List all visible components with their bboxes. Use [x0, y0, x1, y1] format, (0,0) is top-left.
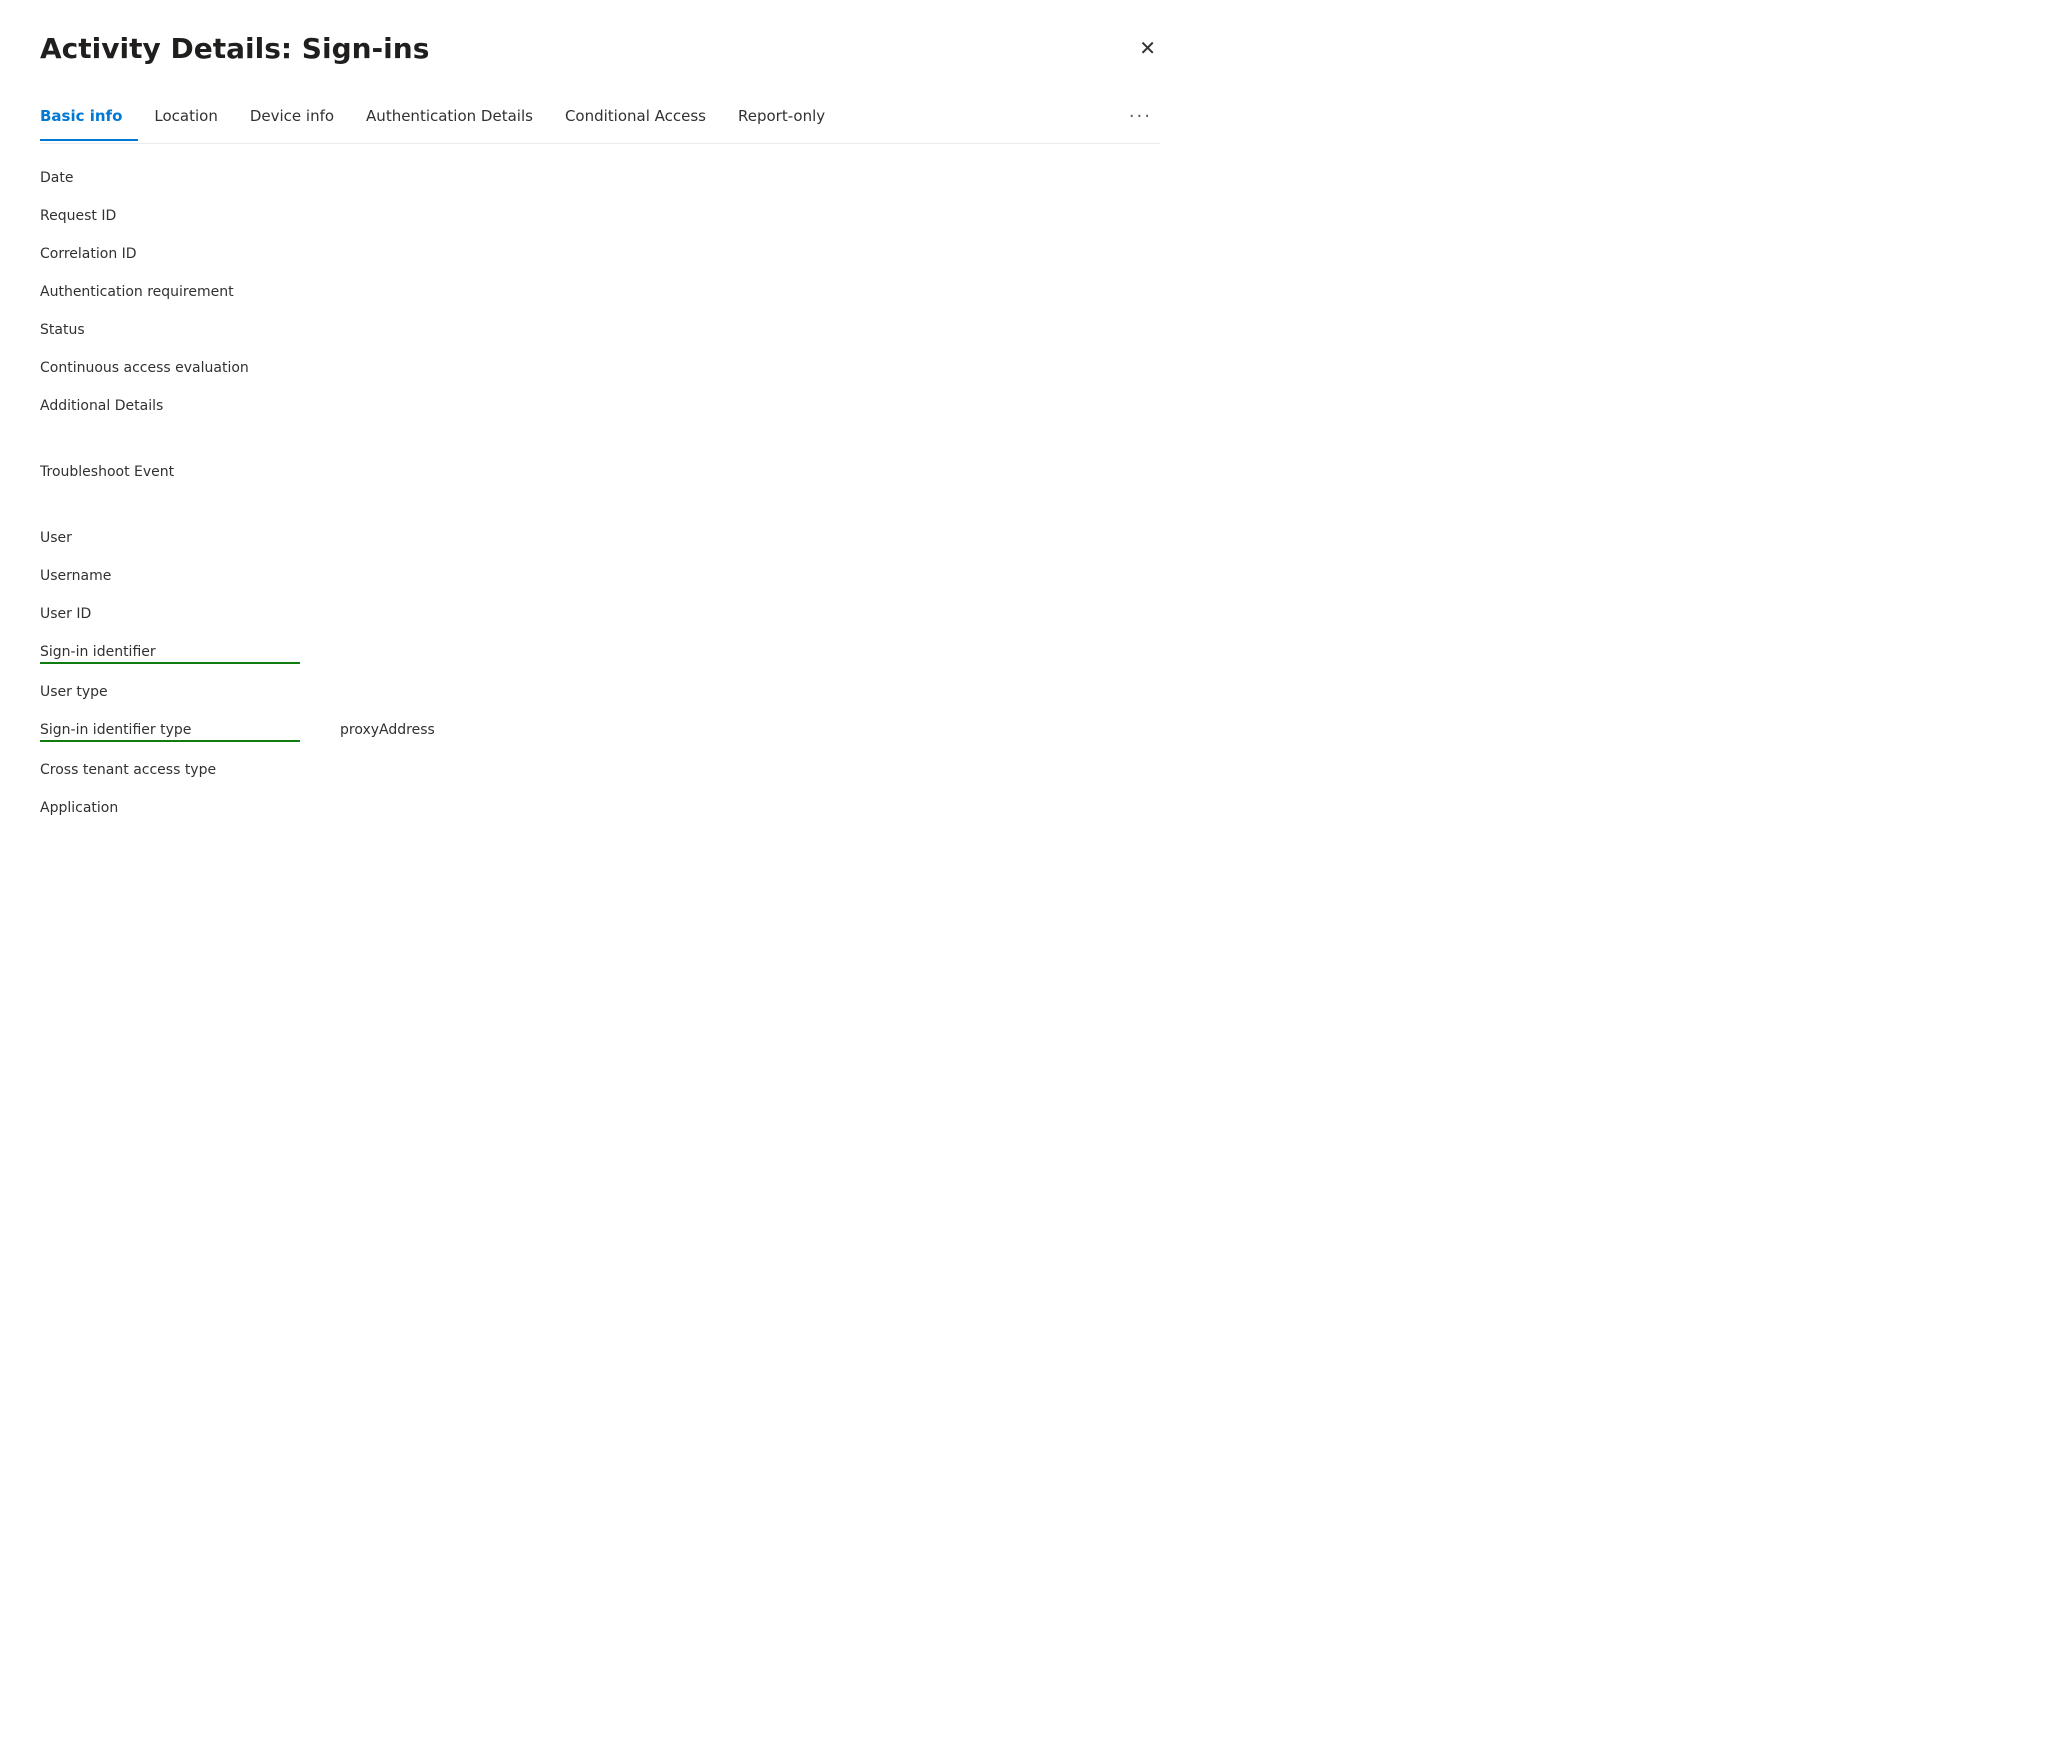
tab-location[interactable]: Location	[138, 95, 233, 141]
field-row-additional-details: Additional Details	[40, 388, 1160, 426]
tabs-more-button[interactable]: ···	[1121, 94, 1160, 143]
field-value-signin-identifier-type: proxyAddress	[340, 722, 435, 738]
field-row-troubleshoot: Troubleshoot Event	[40, 454, 1160, 492]
field-row-user-id: User ID	[40, 596, 1160, 634]
field-label-user-type: User type	[40, 684, 300, 700]
field-label-user-id: User ID	[40, 606, 300, 622]
close-button[interactable]: ✕	[1135, 32, 1160, 65]
field-row-continuous-access: Continuous access evaluation	[40, 350, 1160, 388]
field-label-cross-tenant: Cross tenant access type	[40, 762, 300, 778]
field-label-signin-identifier: Sign-in identifier	[40, 644, 300, 664]
tab-basic-info[interactable]: Basic info	[40, 95, 138, 141]
field-label-application: Application	[40, 800, 300, 816]
field-row-user: User	[40, 520, 1160, 558]
tab-content: Date Request ID Correlation ID Authentic…	[40, 144, 1160, 828]
field-row-request-id: Request ID	[40, 198, 1160, 236]
field-row-signin-identifier-type: Sign-in identifier type proxyAddress	[40, 712, 1160, 752]
tab-authentication-details[interactable]: Authentication Details	[350, 95, 549, 141]
field-row-auth-requirement: Authentication requirement	[40, 274, 1160, 312]
spacer-1	[40, 426, 1160, 454]
field-row-correlation-id: Correlation ID	[40, 236, 1160, 274]
dialog-title: Activity Details: Sign-ins	[40, 32, 429, 66]
field-label-additional-details: Additional Details	[40, 398, 300, 414]
dialog-header: Activity Details: Sign-ins ✕	[40, 32, 1160, 66]
tab-conditional-access[interactable]: Conditional Access	[549, 95, 722, 141]
field-label-status: Status	[40, 322, 300, 338]
field-label-date: Date	[40, 170, 300, 186]
field-row-status: Status	[40, 312, 1160, 350]
tab-device-info[interactable]: Device info	[234, 95, 350, 141]
field-label-user: User	[40, 530, 300, 546]
field-label-username: Username	[40, 568, 300, 584]
field-label-request-id: Request ID	[40, 208, 300, 224]
field-row-cross-tenant: Cross tenant access type	[40, 752, 1160, 790]
field-label-troubleshoot: Troubleshoot Event	[40, 464, 300, 480]
field-row-user-type: User type	[40, 674, 1160, 712]
tab-report-only[interactable]: Report-only	[722, 95, 841, 141]
spacer-2	[40, 492, 1160, 520]
field-label-continuous-access: Continuous access evaluation	[40, 360, 300, 376]
field-label-signin-identifier-type: Sign-in identifier type	[40, 722, 300, 742]
field-label-auth-requirement: Authentication requirement	[40, 284, 300, 300]
field-label-correlation-id: Correlation ID	[40, 246, 300, 262]
activity-details-dialog: Activity Details: Sign-ins ✕ Basic info …	[0, 0, 1200, 1761]
field-row-date: Date	[40, 160, 1160, 198]
field-row-application: Application	[40, 790, 1160, 828]
tabs-container: Basic info Location Device info Authenti…	[40, 94, 1160, 144]
field-row-username: Username	[40, 558, 1160, 596]
field-row-signin-identifier: Sign-in identifier	[40, 634, 1160, 674]
